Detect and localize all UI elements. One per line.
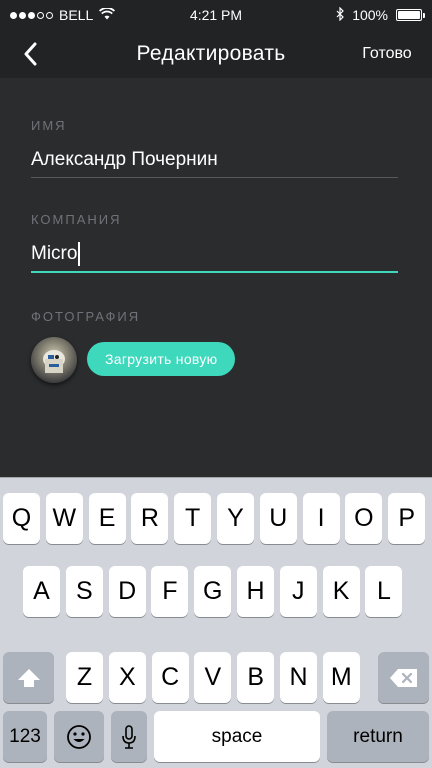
robot-avatar-icon <box>43 350 65 373</box>
company-underline <box>31 271 398 273</box>
return-key[interactable]: return <box>327 711 429 762</box>
key-j[interactable]: J <box>279 566 317 617</box>
delete-key[interactable] <box>378 652 429 703</box>
key-v[interactable]: V <box>194 652 232 703</box>
name-value: Александр Почернин <box>31 149 218 170</box>
done-button[interactable]: Готово <box>342 45 432 63</box>
emoji-key[interactable] <box>54 711 104 762</box>
key-i[interactable]: I <box>302 493 340 544</box>
key-l[interactable]: L <box>365 566 403 617</box>
key-h[interactable]: H <box>237 566 274 617</box>
name-field[interactable]: Александр Почернин <box>31 146 398 174</box>
key-p[interactable]: P <box>388 493 426 544</box>
company-field[interactable]: Micro <box>31 240 398 268</box>
back-button[interactable] <box>0 30 60 78</box>
key-y[interactable]: Y <box>217 493 254 544</box>
company-label: КОМПАНИЯ <box>31 212 122 227</box>
status-bar: BELL 4:21 PM 100% <box>0 0 432 30</box>
text-cursor <box>78 242 81 266</box>
key-d[interactable]: D <box>108 566 146 617</box>
key-k[interactable]: K <box>322 566 360 617</box>
name-label: ИМЯ <box>31 118 67 133</box>
key-z[interactable]: Z <box>66 652 103 703</box>
chevron-left-icon <box>24 42 37 66</box>
page-title: Редактировать <box>136 42 286 65</box>
upload-photo-button[interactable]: Загрузить новую <box>87 342 236 376</box>
battery-icon <box>396 9 425 21</box>
backspace-icon <box>389 668 417 687</box>
key-f[interactable]: F <box>151 566 189 617</box>
battery-fill <box>398 11 420 19</box>
company-value: Micro <box>31 243 78 264</box>
shift-icon <box>17 668 40 687</box>
key-b[interactable]: B <box>237 652 275 703</box>
shift-key[interactable] <box>3 652 54 703</box>
emoji-icon <box>67 724 91 749</box>
key-s[interactable]: S <box>65 566 103 617</box>
wifi-icon <box>99 7 116 23</box>
status-right: 100% <box>272 6 425 24</box>
avatar[interactable] <box>31 337 77 383</box>
signal-strength-icon <box>10 11 53 19</box>
key-m[interactable]: M <box>322 652 360 703</box>
microphone-icon <box>122 724 136 749</box>
key-t[interactable]: T <box>174 493 212 544</box>
key-a[interactable]: A <box>23 566 60 617</box>
name-underline <box>31 177 398 178</box>
photo-label: ФОТОГРАФИЯ <box>31 309 141 324</box>
status-time: 4:21 PM <box>189 7 243 23</box>
carrier-name: BELL <box>59 7 94 23</box>
key-u[interactable]: U <box>259 493 297 544</box>
bluetooth-icon <box>336 6 345 24</box>
status-left: BELL <box>10 7 160 23</box>
key-w[interactable]: W <box>45 493 83 544</box>
key-o[interactable]: O <box>345 493 383 544</box>
battery-percent: 100% <box>352 7 388 23</box>
key-c[interactable]: C <box>151 652 189 703</box>
keyboard: QWERTYUIOP ASDFGHJKL ZXCVBNM 123 space r… <box>0 477 432 768</box>
navigation-bar: Редактировать Готово <box>0 30 432 78</box>
key-g[interactable]: G <box>194 566 232 617</box>
key-x[interactable]: X <box>108 652 146 703</box>
dictation-key[interactable] <box>111 711 147 762</box>
key-r[interactable]: R <box>131 493 169 544</box>
space-key[interactable]: space <box>154 711 320 762</box>
key-q[interactable]: Q <box>3 493 40 544</box>
key-e[interactable]: E <box>88 493 126 544</box>
numbers-key[interactable]: 123 <box>3 711 47 762</box>
key-n[interactable]: N <box>280 652 317 703</box>
